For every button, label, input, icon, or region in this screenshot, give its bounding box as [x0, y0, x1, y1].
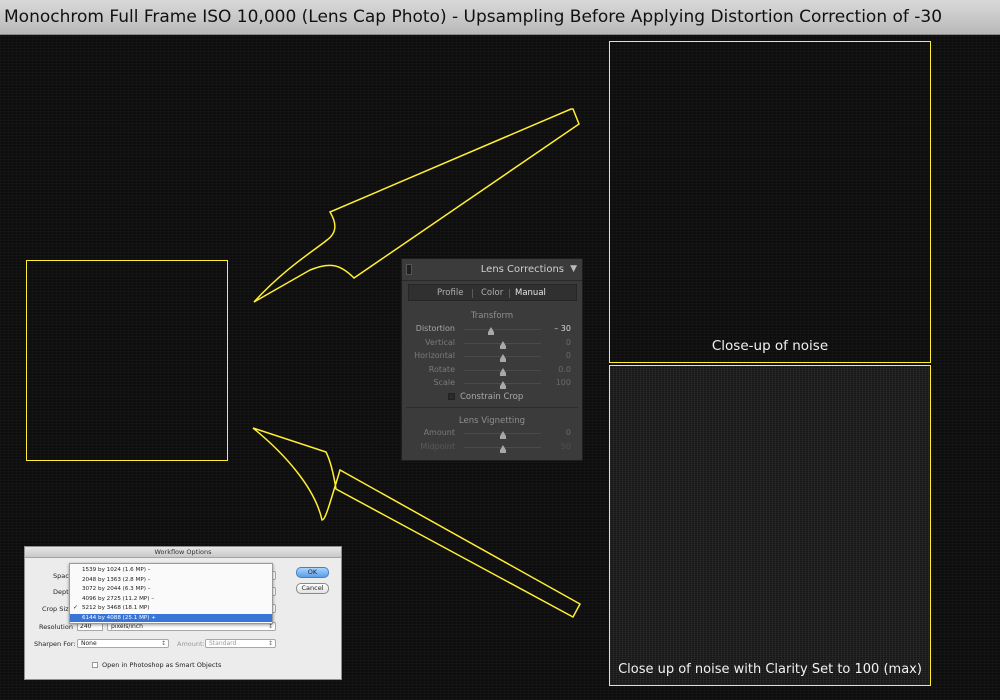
sharpen-for-label: Sharpen For:	[34, 640, 76, 648]
constrain-crop-label: Constrain Crop	[460, 392, 524, 402]
amount-label: Amount	[423, 428, 455, 437]
vertical-slider-thumb[interactable]	[499, 341, 506, 349]
lens-vignetting-section-label: Lens Vignetting	[458, 416, 526, 426]
crop-size-label: Crop Size	[42, 605, 73, 613]
rotate-slider-thumb[interactable]	[499, 368, 506, 376]
crop-size-option[interactable]: 3072 by 2044 (6.3 MP) –	[70, 585, 272, 593]
tab-separator	[472, 289, 473, 298]
distortion-slider-thumb[interactable]	[487, 327, 494, 335]
resolution-label: Resolution	[39, 623, 73, 631]
crop-size-option[interactable]: 6144 by 4088 (25.1 MP) +	[70, 613, 272, 622]
smart-objects-checkbox[interactable]	[92, 662, 98, 668]
amount-slider-row: Amount 0	[402, 428, 582, 440]
scale-label: Scale	[433, 378, 455, 387]
amount-slider[interactable]	[464, 431, 541, 439]
midpoint-slider-thumb[interactable]	[499, 445, 506, 453]
left-noise-crop-outline	[26, 260, 228, 461]
closeup-noise-panel: Close-up of noise	[609, 41, 931, 363]
distortion-slider-row: Distortion – 30	[402, 324, 582, 336]
smart-objects-label: Open in Photoshop as Smart Objects	[102, 661, 222, 669]
midpoint-slider[interactable]	[464, 445, 541, 453]
horizontal-label: Horizontal	[414, 351, 455, 360]
amount-slider-thumb[interactable]	[499, 431, 506, 439]
sharpen-amount-select[interactable]: Standard	[205, 639, 276, 648]
tab-profile[interactable]: Profile	[437, 288, 463, 298]
tab-manual[interactable]: Manual	[515, 288, 546, 298]
horizontal-slider-thumb[interactable]	[499, 354, 506, 362]
rotate-slider[interactable]	[464, 368, 541, 376]
rotate-value[interactable]: 0.0	[558, 365, 571, 374]
collapse-triangle-icon[interactable]: ▼	[570, 264, 577, 274]
closeup-clarity-panel: Close up of noise with Clarity Set to 10…	[609, 365, 931, 686]
distortion-slider[interactable]	[464, 327, 541, 335]
rotate-label: Rotate	[428, 365, 455, 374]
lens-corrections-header[interactable]: Lens Corrections ▼	[402, 259, 582, 281]
cancel-button[interactable]: Cancel	[296, 583, 329, 594]
horizontal-slider-row: Horizontal 0	[402, 351, 582, 363]
transform-section-label: Transform	[470, 311, 514, 321]
distortion-value[interactable]: – 30	[554, 324, 571, 333]
smart-objects-row[interactable]: Open in Photoshop as Smart Objects	[92, 661, 221, 669]
workflow-options-dialog: Workflow Options Space Depth Crop Size R…	[24, 546, 342, 680]
constrain-crop-checkbox[interactable]	[448, 393, 455, 400]
closeup-noise-caption: Close-up of noise	[711, 338, 829, 354]
crop-size-dropdown-menu: 1539 by 1024 (1.6 MP) – 2048 by 1363 (2.8…	[69, 563, 273, 624]
lens-corrections-panel: Lens Corrections ▼ Profile Color Manual …	[401, 258, 583, 461]
horizontal-slider[interactable]	[464, 354, 541, 362]
constrain-crop-row[interactable]: Constrain Crop	[448, 392, 523, 402]
crop-size-option[interactable]: 2048 by 1363 (2.8 MP) –	[70, 576, 272, 584]
lens-corrections-tabs: Profile Color Manual	[408, 284, 577, 301]
sharpen-for-select[interactable]: None	[77, 639, 169, 648]
dialog-title: Workflow Options	[25, 547, 341, 558]
amount-value[interactable]: 0	[566, 428, 571, 437]
vertical-slider-row: Vertical 0	[402, 338, 582, 350]
closeup-clarity-caption: Close up of noise with Clarity Set to 10…	[618, 662, 922, 677]
midpoint-label: Midpoint	[420, 442, 455, 451]
vertical-value[interactable]: 0	[566, 338, 571, 347]
scale-slider-thumb[interactable]	[499, 381, 506, 389]
tab-separator	[509, 289, 510, 298]
scale-value[interactable]: 100	[556, 378, 571, 387]
scale-slider[interactable]	[464, 381, 541, 389]
vertical-label: Vertical	[425, 338, 455, 347]
page-title: Monochrom Full Frame ISO 10,000 (Lens Ca…	[0, 0, 1000, 35]
vertical-slider[interactable]	[464, 341, 541, 349]
crop-size-option[interactable]: 4096 by 2725 (11.2 MP) –	[70, 595, 272, 603]
crop-size-option[interactable]: 5212 by 3468 (18.1 MP)	[70, 604, 272, 612]
rotate-slider-row: Rotate 0.0	[402, 365, 582, 377]
horizontal-value[interactable]: 0	[566, 351, 571, 360]
scale-slider-row: Scale 100	[402, 378, 582, 390]
panel-divider	[406, 407, 578, 408]
midpoint-value[interactable]: 50	[561, 442, 571, 451]
sharpen-amount-label: Amount:	[177, 640, 205, 648]
crop-size-option[interactable]: 1539 by 1024 (1.6 MP) –	[70, 566, 272, 574]
midpoint-slider-row: Midpoint 50	[402, 442, 582, 454]
ok-button[interactable]: OK	[296, 567, 329, 578]
panel-toggle-switch[interactable]	[406, 264, 412, 275]
lens-corrections-title: Lens Corrections	[480, 264, 564, 275]
tab-color[interactable]: Color	[481, 288, 503, 298]
distortion-label: Distortion	[415, 324, 455, 333]
